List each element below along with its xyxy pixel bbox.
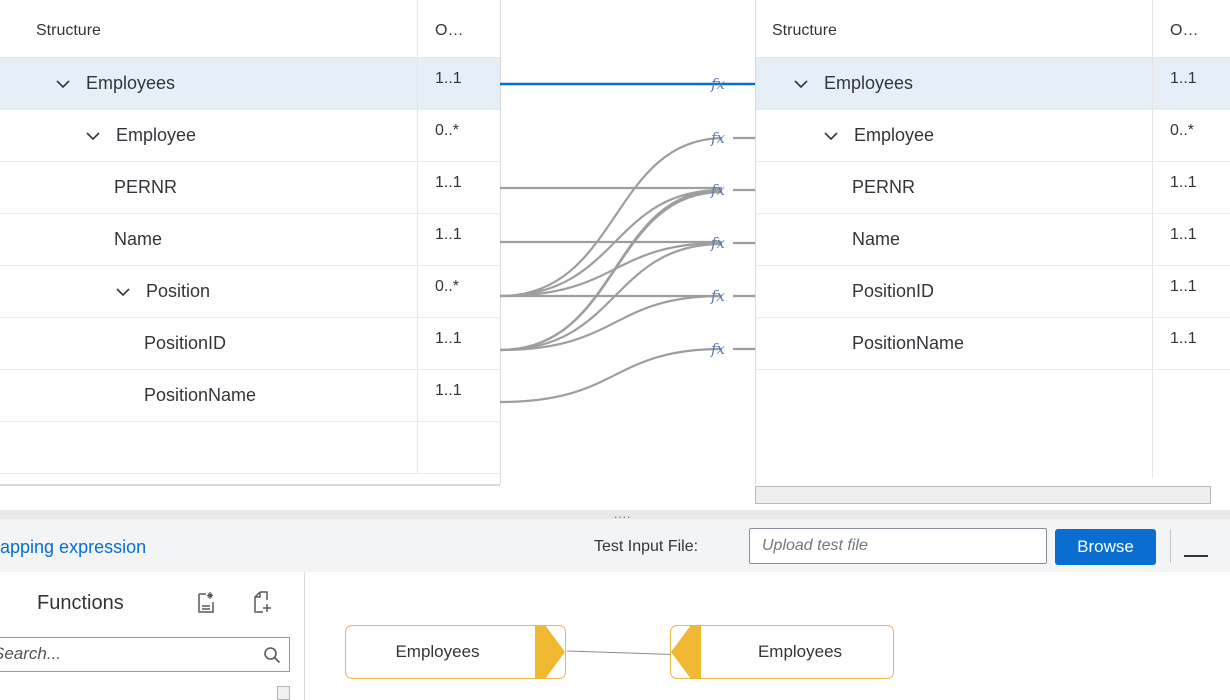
occurrence-cell: 1..1 [435, 70, 462, 87]
target-column-occurrence[interactable]: O… [1153, 0, 1230, 57]
functions-search[interactable] [0, 637, 290, 672]
tree-node-label: Name [852, 229, 901, 249]
source-column-structure[interactable]: Structure [0, 0, 418, 57]
functions-pane: Functions [0, 572, 305, 700]
source-empty-row [0, 422, 500, 474]
tree-node-label: Employees [86, 73, 176, 93]
chevron-down-icon[interactable] [822, 127, 840, 145]
occurrence-cell: 1..1 [1170, 330, 1197, 347]
tree-row[interactable]: Employee 0..* [0, 110, 500, 162]
function-fx-icon[interactable]: fx [710, 340, 726, 358]
pane-splitter[interactable]: .... [0, 507, 1230, 521]
occurrence-cell: 1..1 [435, 382, 462, 399]
functions-title: Functions [37, 592, 124, 614]
occurrence-cell: 0..* [435, 278, 460, 295]
occurrence-cell: 1..1 [1170, 226, 1197, 243]
browse-button[interactable]: Browse [1055, 529, 1156, 565]
upload-test-file-input[interactable] [749, 528, 1047, 564]
mapping-link [499, 188, 723, 298]
target-structure-table: Structure O… Employees 1..1 Employee 0..* PE… [755, 0, 1230, 484]
functions-scrollbar[interactable] [277, 686, 290, 700]
chevron-down-icon[interactable] [84, 127, 102, 145]
mapping-link [499, 190, 723, 352]
tree-node-label: PositionName [144, 385, 257, 405]
expression-toolbar: apping expression Test Input File: Brows… [0, 519, 1230, 572]
output-port-icon[interactable] [535, 625, 571, 679]
expression-canvas: Employees Employees [305, 572, 1230, 700]
source-column-occurrence[interactable]: O… [418, 0, 500, 57]
target-column-structure[interactable]: Structure [756, 0, 1153, 57]
tree-row[interactable]: PositionName 1..1 [0, 370, 500, 422]
minimize-icon[interactable] [1184, 555, 1208, 557]
function-fx-icon[interactable]: fx [710, 287, 726, 305]
target-node-label: Employees [757, 642, 843, 661]
test-input-label: Test Input File: [594, 538, 699, 555]
occurrence-cell: 0..* [435, 122, 460, 139]
source-table-bottom-border [0, 484, 500, 486]
tree-node-label: PositionID [144, 333, 227, 353]
mapping-link [499, 188, 723, 352]
tree-row[interactable]: Employee 0..* [756, 110, 1230, 162]
tree-row[interactable]: PositionID 1..1 [0, 318, 500, 370]
tree-row[interactable]: PositionID 1..1 [756, 266, 1230, 318]
target-empty-area [756, 370, 1230, 478]
occurrence-cell: 1..1 [435, 226, 462, 243]
source-node-label: Employees [395, 642, 480, 661]
tree-node-label: Position [146, 281, 211, 301]
tree-node-label: Name [114, 229, 163, 249]
function-fx-icon[interactable]: fx [710, 234, 726, 252]
occurrence-cell: 1..1 [1170, 174, 1197, 191]
tree-node-label: PositionName [852, 333, 965, 353]
occurrence-cell: 0..* [1170, 122, 1195, 139]
source-node-employees[interactable]: Employees [345, 625, 566, 679]
functions-search-input[interactable] [0, 638, 240, 669]
chevron-down-icon[interactable] [54, 75, 72, 93]
function-fx-icon[interactable]: fx [710, 129, 726, 147]
add-function-icon[interactable] [196, 590, 216, 619]
target-node-employees[interactable]: Employees [670, 625, 894, 679]
tree-row[interactable]: Employees 1..1 [756, 58, 1230, 110]
tree-row[interactable]: PERNR 1..1 [756, 162, 1230, 214]
target-table-header: Structure O… [756, 0, 1230, 58]
tree-node-label: Employees [824, 73, 914, 93]
mapping-link [499, 347, 723, 404]
tree-node-label: Employee [116, 125, 197, 145]
source-table-header: Structure O… [0, 0, 500, 58]
occurrence-cell: 1..1 [435, 174, 462, 191]
mapping-link [499, 136, 723, 298]
tree-row[interactable]: Name 1..1 [756, 214, 1230, 266]
toolbar-divider [1170, 529, 1171, 563]
source-table-body: Employees 1..1 Employee 0..* PERNR 1..1 Name 1.… [0, 58, 500, 422]
occurrence-cell: 1..1 [1170, 70, 1197, 87]
mapping-link [499, 294, 723, 352]
chevron-down-icon[interactable] [792, 75, 810, 93]
occurrence-cell: 1..1 [435, 330, 462, 347]
tree-row[interactable]: PositionName 1..1 [756, 318, 1230, 370]
mapping-link [499, 242, 723, 352]
tree-node-label: Employee [854, 125, 935, 145]
tree-node-label: PERNR [852, 177, 916, 197]
tree-node-label: PERNR [114, 177, 178, 197]
tree-row[interactable]: Employees 1..1 [0, 58, 500, 110]
target-table-body: Employees 1..1 Employee 0..* PERNR 1..1 Name 1.… [756, 58, 1230, 370]
mapping-link [499, 241, 723, 298]
tree-row[interactable]: PERNR 1..1 [0, 162, 500, 214]
tree-node-label: PositionID [852, 281, 935, 301]
mapping-expression-title: apping expression [0, 537, 147, 557]
target-horizontal-scrollbar[interactable] [755, 486, 1211, 504]
function-fx-icon[interactable]: fx [710, 75, 726, 93]
search-icon[interactable] [263, 646, 281, 669]
source-structure-table: Structure O… Employees 1..1 Employee 0..* PE… [0, 0, 501, 484]
function-fx-icon[interactable]: fx [710, 181, 726, 199]
tree-row[interactable]: Name 1..1 [0, 214, 500, 266]
input-port-icon[interactable] [665, 625, 701, 679]
tree-row[interactable]: Position 0..* [0, 266, 500, 318]
chevron-down-icon[interactable] [114, 283, 132, 301]
occurrence-cell: 1..1 [1170, 278, 1197, 295]
new-function-icon[interactable] [251, 590, 273, 619]
